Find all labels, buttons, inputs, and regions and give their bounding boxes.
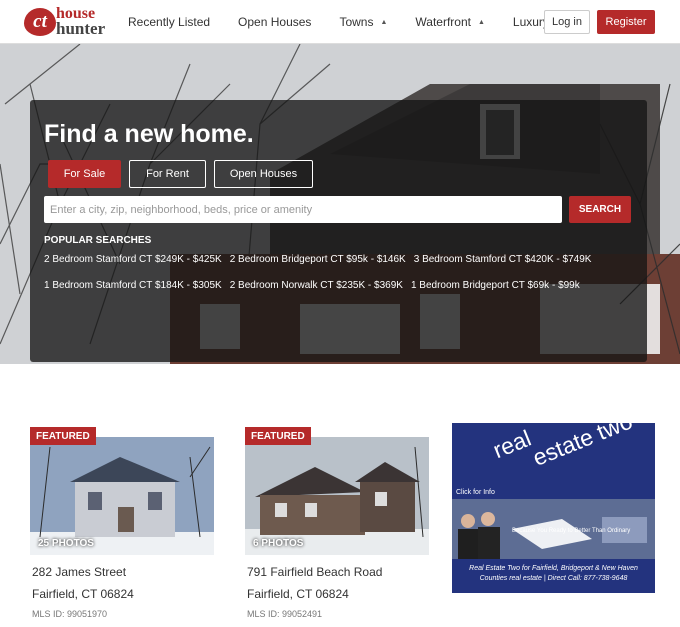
listing-city: Fairfield, CT 06824 [32, 587, 134, 601]
search-panel: Find a new home. For Sale For Rent Open … [30, 100, 647, 362]
listing-photo[interactable]: 6 PHOTOS [245, 437, 429, 555]
popular-searches-heading: POPULAR SEARCHES [44, 235, 152, 246]
hero-banner: Find a new home. For Sale For Rent Open … [0, 44, 680, 364]
tab-for-sale[interactable]: For Sale [48, 160, 121, 188]
nav-label: Towns [339, 15, 374, 29]
nav-label: Waterfront [415, 15, 471, 29]
popular-search-link[interactable]: 1 Bedroom Bridgeport CT $69k - $99k [411, 280, 580, 291]
site-header: ct house hunter Recently Listed Open Hou… [0, 0, 680, 44]
site-logo[interactable]: ct house hunter [24, 6, 114, 38]
main-nav: Recently Listed Open Houses Towns ▲ Water… [128, 0, 577, 44]
search-input[interactable] [44, 196, 562, 223]
logo-word-hunter: hunter [56, 19, 106, 38]
popular-search-link[interactable]: 2 Bedroom Norwalk CT $235K - $369K [230, 280, 403, 291]
nav-towns-dropdown[interactable]: Towns ▲ [339, 15, 387, 29]
ad-tagline: Because You Ready to Better Than Ordinar… [512, 528, 631, 534]
caret-down-icon: ▲ [477, 18, 485, 26]
listing-street[interactable]: 282 James Street [32, 565, 126, 579]
nav-open-houses[interactable]: Open Houses [238, 15, 311, 29]
ad-logo: real estate two [489, 423, 636, 482]
photo-count: 25 PHOTOS [38, 538, 94, 549]
popular-search-link[interactable]: 2 Bedroom Bridgeport CT $95k - $146K [230, 254, 406, 265]
featured-badge: FEATURED [245, 427, 311, 445]
nav-recently-listed[interactable]: Recently Listed [128, 15, 210, 29]
listing-mls-id: MLS ID: 99051970 [32, 609, 108, 619]
hero-title: Find a new home. [44, 120, 254, 148]
listing-city: Fairfield, CT 06824 [247, 587, 349, 601]
register-button[interactable]: Register [597, 10, 655, 34]
ad-caption: Counties real estate | Direct Call: 877-… [479, 575, 628, 582]
listing-mls-id: MLS ID: 99052491 [247, 609, 323, 619]
ad-caption: Real Estate Two for Fairfield, Bridgepor… [469, 565, 638, 572]
popular-search-link[interactable]: 3 Bedroom Stamford CT $420K - $749K [414, 254, 592, 265]
listing-photo[interactable]: 25 PHOTOS [30, 437, 214, 555]
tab-for-rent[interactable]: For Rent [129, 160, 206, 188]
logo-badge: ct [24, 8, 56, 36]
featured-badge: FEATURED [30, 427, 96, 445]
nav-waterfront-dropdown[interactable]: Waterfront ▲ [415, 15, 485, 29]
nav-label: Open Houses [238, 15, 312, 29]
listing-street[interactable]: 791 Fairfield Beach Road [247, 565, 382, 579]
popular-search-link[interactable]: 2 Bedroom Stamford CT $249K - $425K [44, 254, 222, 265]
popular-searches-row: 1 Bedroom Stamford CT $184K - $305K 2 Be… [44, 280, 588, 291]
search-button[interactable]: SEARCH [569, 196, 631, 223]
popular-searches-row: 2 Bedroom Stamford CT $249K - $425K 2 Be… [44, 254, 599, 265]
photo-count: 6 PHOTOS [253, 538, 304, 549]
ad-click-info[interactable]: Click for Info [456, 489, 495, 496]
tab-open-houses[interactable]: Open Houses [214, 160, 313, 188]
login-button[interactable]: Log in [544, 10, 590, 34]
real-estate-two-ad[interactable]: real estate two Click for Info Because Y… [452, 423, 655, 593]
nav-label: Recently Listed [128, 15, 211, 29]
popular-search-link[interactable]: 1 Bedroom Stamford CT $184K - $305K [44, 280, 222, 291]
caret-down-icon: ▲ [380, 18, 388, 26]
